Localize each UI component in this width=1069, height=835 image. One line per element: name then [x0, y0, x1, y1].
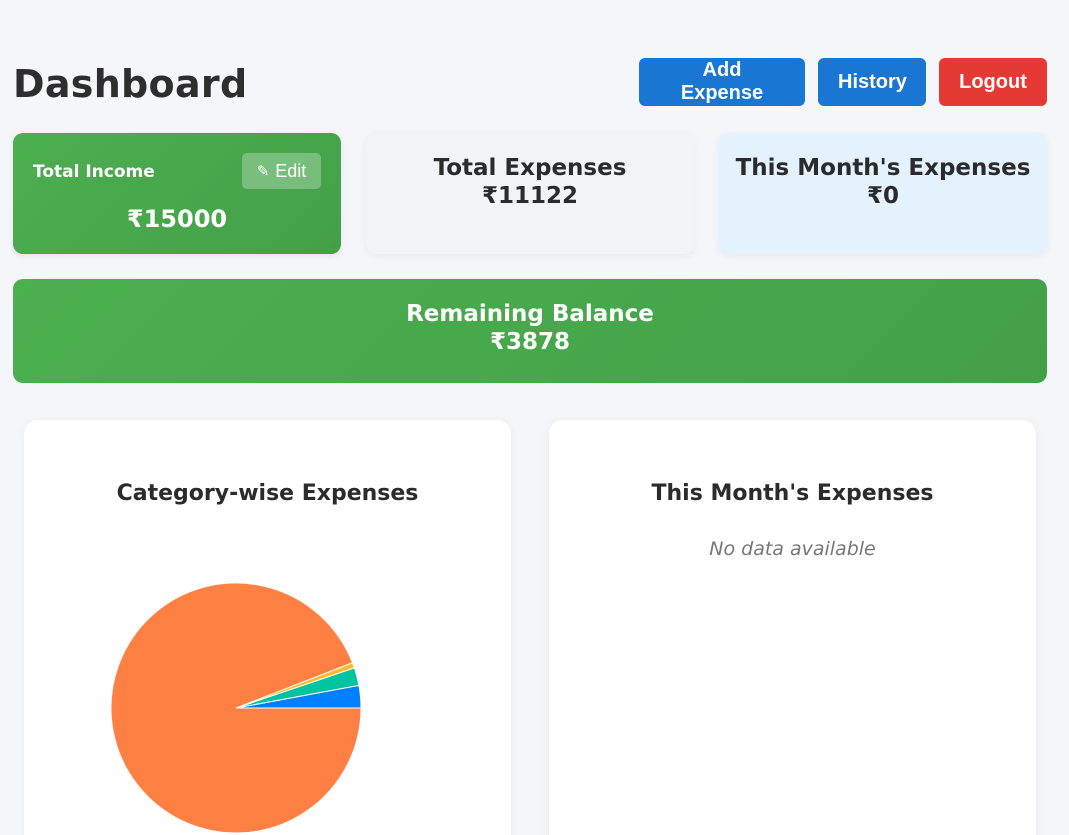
total-expenses-card: Total Expenses ₹11122 [366, 133, 694, 254]
month-expenses-card: This Month's Expenses ₹0 [719, 133, 1047, 254]
no-data-message: No data available [709, 538, 876, 560]
month-chart-title: This Month's Expenses [651, 481, 934, 506]
total-income-label: Total Income [33, 162, 155, 182]
category-pie-chart [110, 582, 362, 834]
month-expenses-label: This Month's Expenses [735, 155, 1031, 181]
total-income-card: Total Income ✎ Edit ₹15000 [13, 133, 341, 254]
add-expense-button[interactable]: Add Expense [639, 58, 805, 106]
month-expenses-value: ₹0 [866, 183, 899, 209]
page-title: Dashboard [13, 62, 248, 106]
history-button[interactable]: History [818, 58, 926, 106]
total-expenses-value: ₹11122 [481, 183, 579, 209]
total-expenses-label: Total Expenses [433, 155, 627, 181]
remaining-balance-value: ₹3878 [489, 329, 571, 355]
pie-slice-4[interactable] [110, 582, 362, 834]
remaining-balance-label: Remaining Balance [406, 301, 654, 327]
header-actions: Add Expense History Logout [639, 58, 1047, 106]
edit-label: Edit [275, 160, 307, 181]
header: Dashboard Add Expense History Logout [13, 57, 1047, 107]
month-chart-panel: This Month's Expenses No data available [549, 420, 1036, 835]
dashboard-page: Dashboard Add Expense History Logout Tot… [0, 0, 1069, 835]
edit-income-button[interactable]: ✎ Edit [242, 153, 321, 189]
logout-button[interactable]: Logout [939, 58, 1047, 106]
remaining-balance-card: Remaining Balance ₹3878 [13, 279, 1047, 383]
pencil-icon: ✎ [256, 163, 270, 180]
category-chart-panel: Category-wise Expenses [24, 420, 511, 835]
total-income-value: ₹15000 [126, 205, 228, 233]
